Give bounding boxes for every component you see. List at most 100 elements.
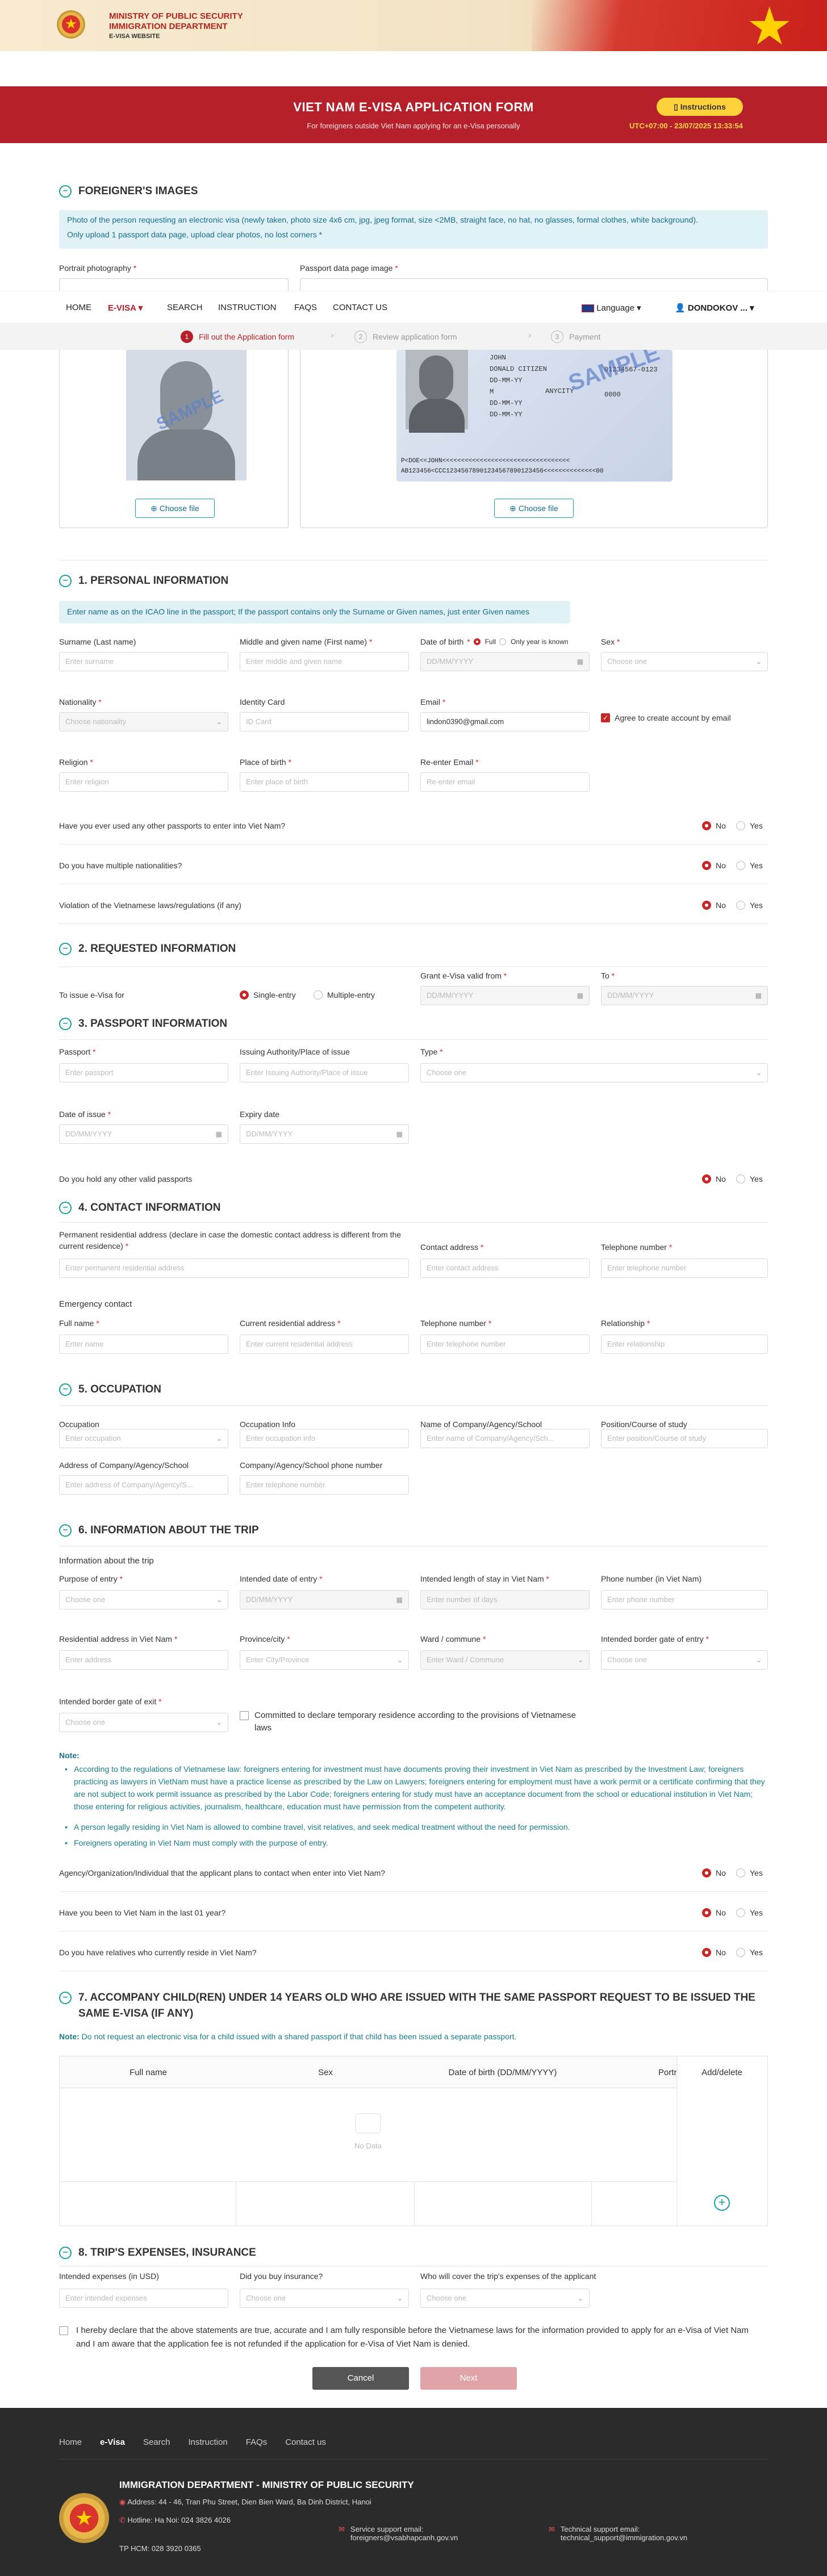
passport-input[interactable]: Enter passport <box>59 1063 228 1082</box>
add-child-icon[interactable]: + <box>714 2195 730 2211</box>
section-trip-title[interactable]: –6. INFORMATION ABOUT THE TRIP <box>59 1524 259 1537</box>
valid-from-input[interactable]: DD/MM/YYYY ▦ <box>420 986 590 1005</box>
nav-faqs[interactable]: FAQS <box>294 303 317 312</box>
section-children-title[interactable]: –7. ACCOMPANY CHILD(REN) UNDER 14 YEARS … <box>59 1990 768 2022</box>
vn-phone-input[interactable]: Enter phone number <box>601 1590 768 1609</box>
radio-no[interactable]: No <box>702 901 726 910</box>
next-button[interactable]: Next <box>420 2367 517 2390</box>
occupation-select[interactable]: Enter occupation ⌄ <box>59 1429 228 1448</box>
radio-yes[interactable]: Yes <box>736 901 763 910</box>
id-card-input[interactable]: ID Card <box>240 712 409 731</box>
position-input[interactable]: Enter position/Course of study <box>601 1429 768 1448</box>
cancel-button[interactable]: Cancel <box>312 2367 409 2390</box>
radio-yes[interactable]: Yes <box>736 1868 763 1877</box>
footer-link-search[interactable]: Search <box>143 2437 170 2447</box>
section-personal-title[interactable]: –1. PERSONAL INFORMATION <box>59 575 228 587</box>
nav-contact[interactable]: CONTACT US <box>333 303 387 312</box>
email-input[interactable]: lindon0390@gmail.com <box>420 712 590 731</box>
instructions-button[interactable]: ▯ Instructions <box>657 98 743 116</box>
nav-instruction[interactable]: INSTRUCTION <box>218 303 277 312</box>
radio-yes[interactable]: Yes <box>736 821 763 830</box>
ec-address-label: Current residential address * <box>240 1319 341 1328</box>
religion-input[interactable]: Enter religion <box>59 772 228 792</box>
expenses-input[interactable]: Enter intended expenses <box>59 2289 228 2308</box>
section-images-title[interactable]: – FOREIGNER'S IMAGES <box>59 185 198 198</box>
radio-yes[interactable]: Yes <box>736 1948 763 1957</box>
reemail-input[interactable]: Re-enter email <box>420 772 590 792</box>
language-select[interactable]: Language ▾ <box>582 303 641 313</box>
intended-date-label: Intended date of entry * <box>240 1574 323 1583</box>
exit-gate-select[interactable]: Choose one ⌄ <box>59 1713 228 1732</box>
section-passport-title[interactable]: –3. PASSPORT INFORMATION <box>59 1018 227 1030</box>
ward-select[interactable]: Enter Ward / Commune ⌄ <box>420 1650 590 1670</box>
given-name-input[interactable]: Enter middle and given name <box>240 652 409 671</box>
radio-no[interactable]: No <box>702 1908 726 1917</box>
radio-no[interactable]: No <box>702 1174 726 1184</box>
radio-yes[interactable]: Yes <box>736 1908 763 1917</box>
emblem-logo[interactable]: ★ <box>57 10 85 39</box>
occupation-label: Occupation <box>59 1420 99 1429</box>
company-input[interactable]: Enter name of Company/Agency/Sch... <box>420 1429 590 1448</box>
valid-to-input[interactable]: DD/MM/YYYY ▦ <box>601 986 768 1005</box>
intended-date-input[interactable]: DD/MM/YYYY ▦ <box>240 1590 409 1609</box>
province-select[interactable]: Enter City/Province ⌄ <box>240 1650 409 1670</box>
radio-no[interactable]: No <box>702 1948 726 1957</box>
choose-portrait-button[interactable]: ⊕ Choose file <box>135 499 215 518</box>
authority-input[interactable]: Enter Issuing Authority/Place of issue <box>240 1063 409 1082</box>
radio-no[interactable]: No <box>702 1868 726 1877</box>
declaration-checkbox[interactable]: I hereby declare that the above statemen… <box>59 2324 763 2351</box>
section-occupation-title[interactable]: –5. OCCUPATION <box>59 1383 161 1396</box>
purpose-select[interactable]: Choose one ⌄ <box>59 1590 228 1609</box>
length-input[interactable]: Enter number of days <box>420 1590 590 1609</box>
insurance-select[interactable]: Choose one ⌄ <box>240 2289 409 2308</box>
footer-link-home[interactable]: Home <box>59 2437 82 2447</box>
radio-no[interactable]: No <box>702 821 726 830</box>
doi-input[interactable]: DD/MM/YYYY ▦ <box>59 1124 228 1144</box>
perm-address-input[interactable]: Enter permanent residential address <box>59 1258 409 1278</box>
occupation-info-input[interactable]: Enter occupation info <box>240 1429 409 1448</box>
nav-home[interactable]: HOME <box>66 303 91 312</box>
user-menu[interactable]: 👤 DONDOKOV ... ▾ <box>675 303 754 313</box>
company-address-input[interactable]: Enter address of Company/Agency/S... <box>59 1475 228 1495</box>
telephone-input[interactable]: Enter telephone number <box>601 1258 768 1278</box>
company-phone-input[interactable]: Enter telephone number <box>240 1475 409 1495</box>
who-covers-select[interactable]: Choose one ⌄ <box>420 2289 590 2308</box>
passport-type-select[interactable]: Choose one ⌄ <box>420 1063 768 1082</box>
ec-phone-input[interactable]: Enter telephone number <box>420 1335 590 1354</box>
pob-input[interactable]: Enter place of birth <box>240 772 409 792</box>
calendar-icon: ▦ <box>396 1130 403 1138</box>
footer-link-faqs[interactable]: FAQs <box>246 2437 268 2447</box>
footer-link-instruction[interactable]: Instruction <box>188 2437 227 2447</box>
calendar-icon: ▦ <box>215 1130 222 1138</box>
ec-address-input[interactable]: Enter current residential address <box>240 1335 409 1354</box>
entry-gate-select[interactable]: Choose one ⌄ <box>601 1650 768 1670</box>
nationality-select[interactable]: Choose nationality ⌄ <box>59 712 228 731</box>
surname-input[interactable]: Enter surname <box>59 652 228 671</box>
multiple-entry-radio[interactable]: Multiple-entry <box>314 990 375 1000</box>
agree-create-account[interactable]: ✓ Agree to create account by email <box>601 713 731 722</box>
res-address-input[interactable]: Enter address <box>59 1650 228 1670</box>
plus-icon: ⊕ <box>151 504 160 513</box>
plus-icon: ⊕ <box>509 504 519 513</box>
ec-name-input[interactable]: Enter name <box>59 1335 228 1354</box>
section-requested-title[interactable]: –2. REQUESTED INFORMATION <box>59 943 236 955</box>
commit-checkbox[interactable]: Committed to declare temporary residence… <box>240 1709 592 1734</box>
radio-yes[interactable]: Yes <box>736 1174 763 1184</box>
ec-relationship-input[interactable]: Enter relationship <box>601 1335 768 1354</box>
nav-search[interactable]: SEARCH <box>167 303 203 312</box>
nationality-label: Nationality * <box>59 697 102 706</box>
dob-input[interactable]: DD/MM/YYYY ▦ <box>420 652 590 671</box>
sex-select[interactable]: Choose one ⌄ <box>601 652 768 671</box>
radio-no[interactable]: No <box>702 861 726 870</box>
footer-link-evisa[interactable]: e-Visa <box>100 2437 125 2447</box>
footer-link-contact[interactable]: Contact us <box>285 2437 326 2447</box>
q-contact-agency: Agency/Organization/Individual that the … <box>59 1868 386 1877</box>
expiry-input[interactable]: DD/MM/YYYY ▦ <box>240 1124 409 1144</box>
single-entry-radio[interactable]: Single-entry <box>240 990 296 1000</box>
choose-passport-button[interactable]: ⊕ Choose file <box>494 499 574 518</box>
section-contact-title[interactable]: –4. CONTACT INFORMATION <box>59 1202 221 1214</box>
section-expenses-title[interactable]: –8. TRIP'S EXPENSES, INSURANCE <box>59 2247 256 2259</box>
nav-evisa[interactable]: E-VISA ▾ <box>108 303 143 313</box>
contact-address-input[interactable]: Enter contact address <box>420 1258 590 1278</box>
radio-yes[interactable]: Yes <box>736 861 763 870</box>
